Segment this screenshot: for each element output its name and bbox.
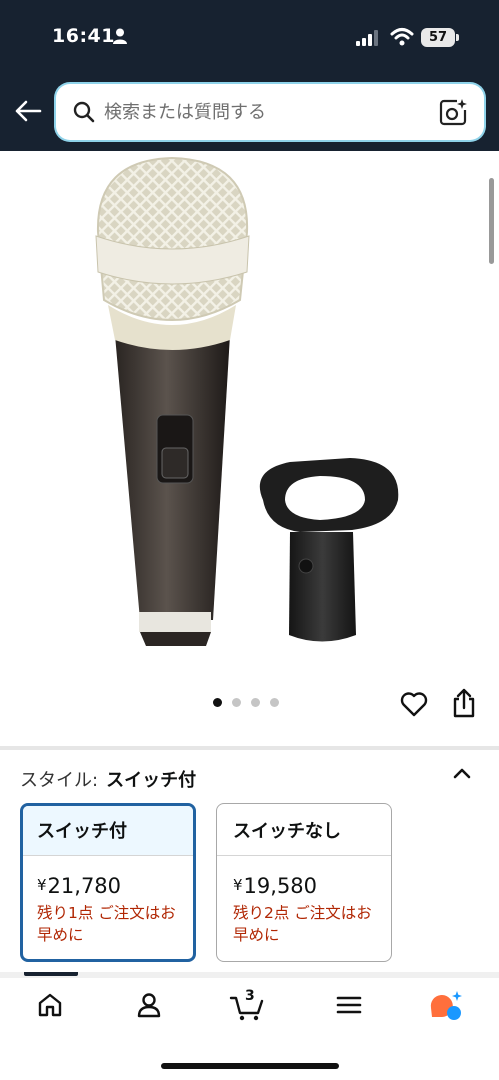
search-bar[interactable] <box>56 84 484 140</box>
heart-icon[interactable] <box>400 691 428 717</box>
active-tab-indicator <box>24 972 78 976</box>
option-stock-note: 残り2点 ご注文はお早めに <box>233 904 372 944</box>
back-arrow-icon[interactable] <box>14 99 42 123</box>
style-row: スタイル: スイッチ付 <box>20 766 196 792</box>
style-selected-value: スイッチ付 <box>106 770 197 791</box>
option-price: ¥19,580 <box>217 856 391 898</box>
battery-indicator: 57 <box>421 28 455 47</box>
chevron-up-icon[interactable] <box>451 765 473 781</box>
app-header: 16:41 57 <box>0 0 499 151</box>
menu-icon[interactable] <box>336 992 362 1018</box>
pager-dot[interactable] <box>232 698 241 707</box>
price-value: 21,780 <box>47 874 122 898</box>
style-option-without-switch[interactable]: スイッチなし ¥19,580 残り2点 ご注文はお早めに <box>216 803 392 962</box>
camera-search-icon[interactable] <box>439 98 467 126</box>
price-value: 19,580 <box>243 874 318 898</box>
scrollbar-thumb[interactable] <box>489 178 494 264</box>
share-icon[interactable] <box>451 688 477 718</box>
person-icon <box>113 28 127 44</box>
battery-cap <box>456 34 459 41</box>
search-input[interactable] <box>104 96 424 128</box>
option-name: スイッチなし <box>217 804 391 856</box>
alexa-icon[interactable] <box>428 990 464 1022</box>
product-image[interactable] <box>0 151 499 746</box>
option-name: スイッチ付 <box>23 806 193 856</box>
currency-symbol: ¥ <box>233 876 243 894</box>
section-divider <box>0 746 499 750</box>
option-stock-note: 残り1点 ご注文はお早めに <box>37 904 176 944</box>
image-pager-dots[interactable] <box>213 698 279 707</box>
pager-dot[interactable] <box>213 698 222 707</box>
pager-dot[interactable] <box>270 698 279 707</box>
style-label: スタイル: <box>20 770 99 791</box>
home-icon[interactable] <box>37 992 63 1018</box>
style-option-with-switch[interactable]: スイッチ付 ¥21,780 残り1点 ご注文はお早めに <box>20 803 196 962</box>
cart-button[interactable]: 3 <box>229 988 265 1022</box>
wifi-icon <box>390 28 414 46</box>
currency-symbol: ¥ <box>37 876 47 894</box>
home-indicator <box>161 1063 339 1069</box>
pager-dot[interactable] <box>251 698 260 707</box>
status-time: 16:41 <box>52 25 115 47</box>
option-price: ¥21,780 <box>23 856 193 898</box>
product-image-gallery[interactable] <box>0 151 499 746</box>
cart-count: 3 <box>245 988 255 1004</box>
search-icon <box>73 101 95 123</box>
signal-icon <box>356 30 378 46</box>
account-icon[interactable] <box>136 992 162 1018</box>
